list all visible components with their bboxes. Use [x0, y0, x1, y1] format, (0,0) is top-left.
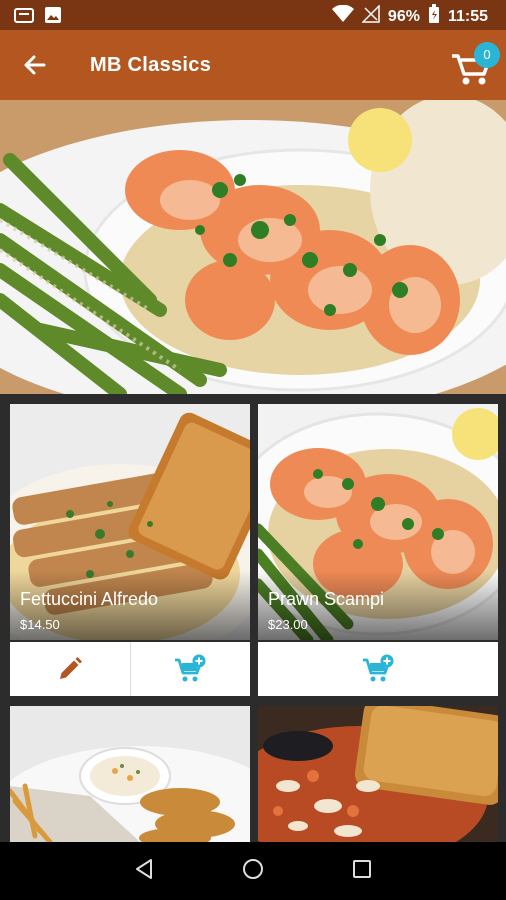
signal-icon [361, 4, 380, 28]
item-price: $14.50 [20, 617, 60, 632]
food-image [258, 706, 498, 842]
item-actions [10, 642, 250, 696]
item-name: Fettuccini Alfredo [20, 589, 159, 609]
image-icon [44, 6, 62, 29]
item-name: Prawn Scampi [268, 589, 385, 609]
status-bar: 96% 11:55 [0, 0, 506, 30]
item-actions [258, 642, 498, 696]
system-nav-bar [0, 842, 506, 900]
hero-image [0, 100, 506, 394]
nav-back-icon[interactable] [134, 858, 154, 885]
wifi-icon [331, 4, 354, 28]
clock: 11:55 [447, 7, 488, 25]
page-title: MB Classics [90, 54, 212, 76]
back-button[interactable] [20, 50, 50, 80]
add-to-cart-button[interactable] [129, 642, 251, 696]
food-image [10, 706, 250, 842]
item-price: $23.00 [268, 617, 308, 632]
edit-item-button[interactable] [10, 642, 130, 696]
add-to-cart-button[interactable] [258, 642, 498, 696]
cart-count-badge: 0 [474, 42, 500, 68]
menu-item-card[interactable] [258, 706, 498, 842]
pencil-icon [59, 657, 82, 679]
battery-icon [428, 4, 440, 29]
battery-level: 96% [387, 7, 420, 25]
menu-item-card[interactable]: Fettuccini Alfredo $14.50 [10, 404, 250, 640]
menu-item-card[interactable] [10, 706, 250, 842]
back-arrow-icon [24, 55, 46, 75]
nav-recents-icon[interactable] [352, 859, 372, 884]
folder-icon [14, 6, 34, 29]
add-to-cart-icon [175, 654, 206, 682]
add-to-cart-icon [363, 654, 394, 682]
nav-home-icon[interactable] [242, 858, 264, 885]
menu-item-card[interactable]: Prawn Scampi $23.00 [258, 404, 498, 640]
app-bar: MB Classics 0 [0, 30, 506, 100]
